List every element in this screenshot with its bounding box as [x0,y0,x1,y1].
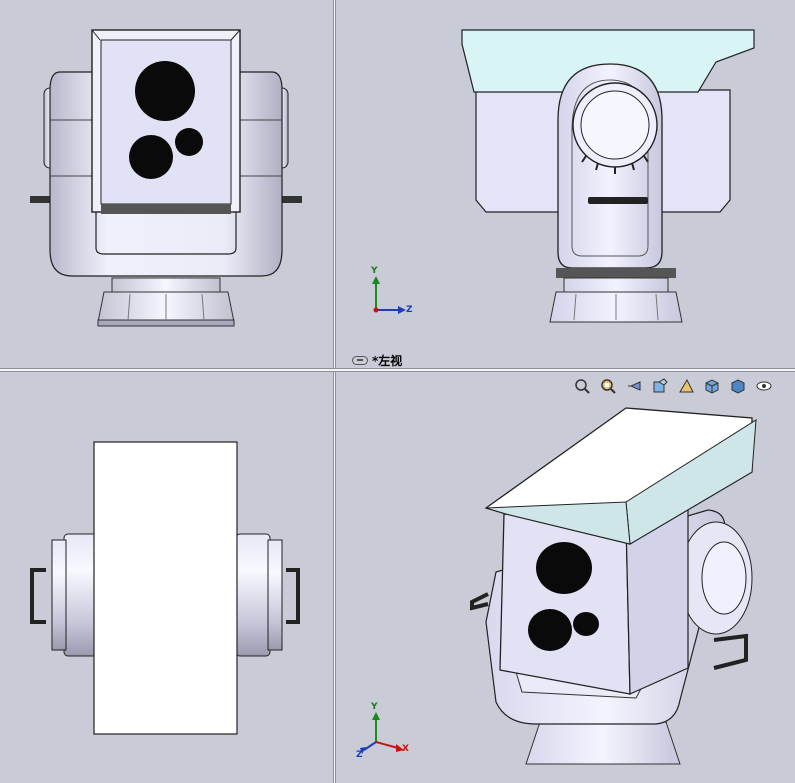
isometric-view-drawing [360,407,757,765]
iso-lens-small [573,612,599,636]
vertical-viewport-splitter[interactable] [333,0,336,783]
triad-z-label: Z [356,750,363,760]
view-name-label: *左视 [352,352,402,368]
view-orientation-icon[interactable] [702,376,722,396]
triad-y-label: Y [371,702,378,712]
view-name-text: *左视 [372,354,403,368]
triad-y-label: Y [371,266,378,276]
cad-graphics-area[interactable]: Y Z *左视 Y X Z [0,0,795,783]
left-view-drawing [372,29,755,323]
front-view-viewport[interactable] [0,0,333,368]
section-view-icon[interactable] [650,376,670,396]
front-view-drawing [30,29,302,327]
zoom-to-fit-icon[interactable] [572,376,592,396]
horizontal-viewport-splitter[interactable] [0,368,795,372]
top-view-viewport[interactable] [0,372,333,783]
coordinate-triad [372,276,406,314]
zoom-to-area-icon[interactable] [598,376,618,396]
triad-x-label: X [402,744,409,754]
iso-coordinate-triad [360,712,404,754]
lens-large [135,61,195,121]
link-views-icon[interactable] [352,356,368,365]
left-view-viewport[interactable]: Y Z *左视 [336,0,795,368]
top-view-drawing [30,441,300,735]
previous-view-icon[interactable] [624,376,644,396]
lens-small [175,128,203,156]
heads-up-view-toolbar [572,376,774,396]
lens-medium [129,135,173,179]
iso-lens-large [536,542,592,594]
triad-z-label: Z [406,305,413,315]
dynamic-annotation-icon[interactable] [676,376,696,396]
isometric-view-viewport[interactable]: Y X Z [336,372,795,783]
display-style-icon[interactable] [728,376,748,396]
iso-lens-medium [528,609,572,651]
hide-show-items-icon[interactable] [754,376,774,396]
